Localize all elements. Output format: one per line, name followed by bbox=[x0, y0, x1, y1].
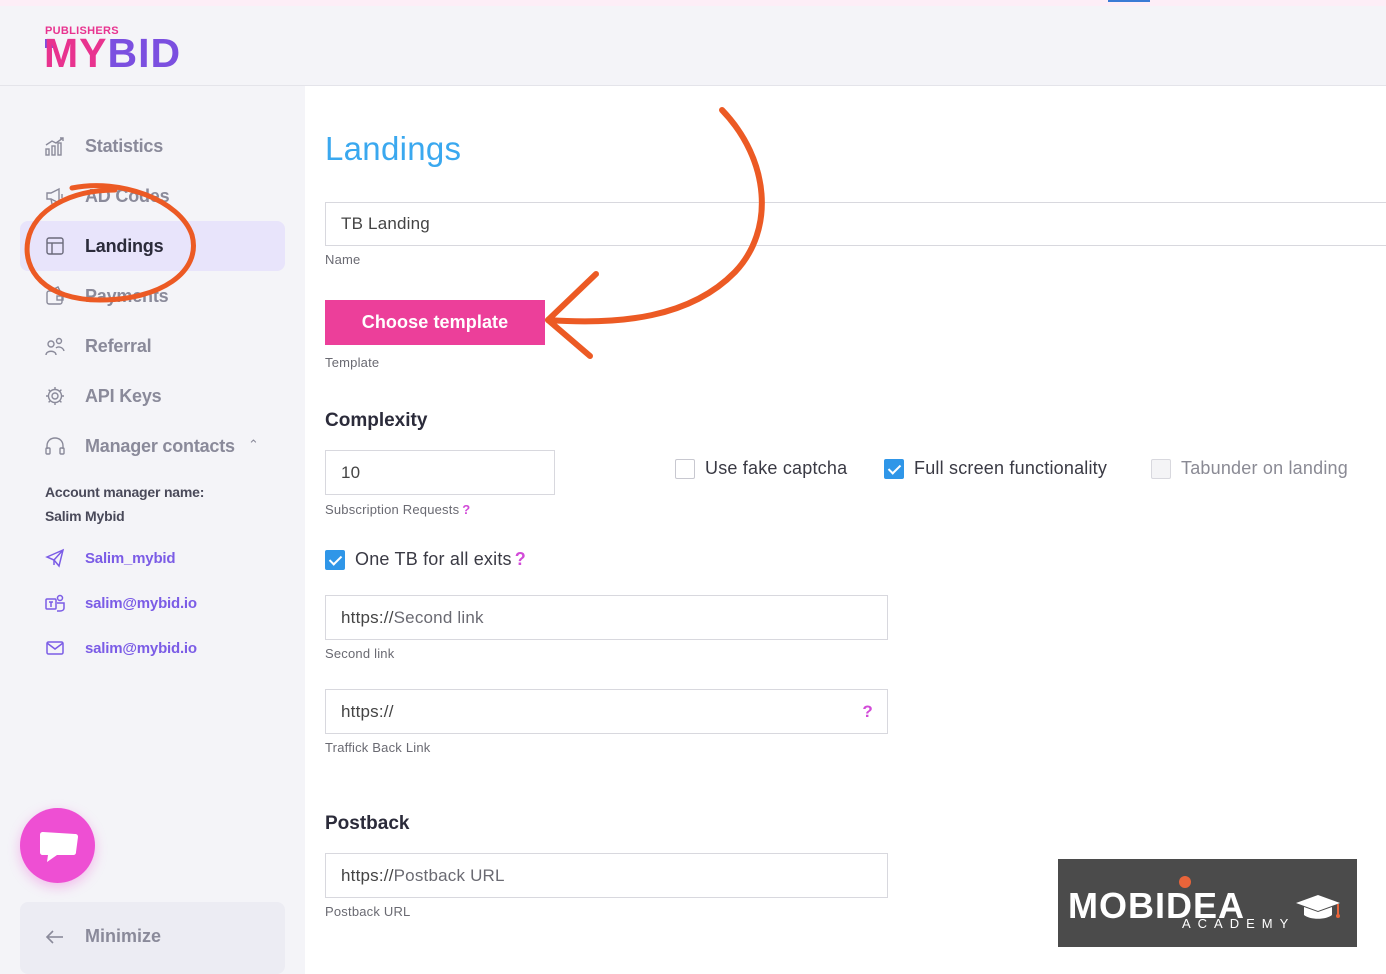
sidebar-item-label: Landings bbox=[85, 235, 164, 256]
contact-label: salim@mybid.io bbox=[85, 639, 197, 657]
one-tb-label: One TB for all exits? bbox=[355, 549, 526, 569]
name-caption: Name bbox=[325, 252, 361, 267]
sidebar-item-landings[interactable]: Landings bbox=[20, 221, 285, 271]
account-manager: Account manager name: Salim Mybid bbox=[45, 480, 204, 528]
help-icon[interactable]: ? bbox=[515, 549, 526, 569]
tabunder-label: Tabunder on landing bbox=[1181, 458, 1348, 478]
sidebar-item-referral[interactable]: Referral bbox=[20, 321, 285, 371]
contact-teams[interactable]: salim@mybid.io bbox=[45, 591, 197, 615]
sidebar-item-label: Payments bbox=[85, 285, 169, 306]
teams-icon bbox=[45, 594, 65, 612]
sidebar-item-label: AD Codes bbox=[85, 185, 170, 206]
template-caption: Template bbox=[325, 355, 380, 370]
sidebar: Statistics AD Codes Landings Payments Re… bbox=[0, 86, 305, 974]
minimize-label: Minimize bbox=[85, 926, 162, 946]
second-link-caption: Second link bbox=[325, 646, 395, 661]
chevron-up-icon[interactable]: ⌃ bbox=[248, 437, 259, 453]
sidebar-item-manager-contacts[interactable]: Manager contacts ⌃ bbox=[20, 421, 285, 471]
gear-icon bbox=[46, 387, 64, 405]
arrow-left-icon bbox=[45, 930, 63, 944]
full-screen-label: Full screen functionality bbox=[914, 458, 1108, 478]
contact-telegram[interactable]: Salim_mybid bbox=[45, 546, 176, 570]
main-content: Landings TB Landing Name Choose template… bbox=[305, 86, 1386, 974]
help-icon[interactable]: ? bbox=[862, 702, 873, 722]
page-title: Landings bbox=[325, 130, 462, 167]
referral-icon bbox=[45, 337, 65, 356]
fake-captcha-checkbox[interactable] bbox=[675, 459, 695, 479]
sidebar-item-api-keys[interactable]: API Keys bbox=[20, 371, 285, 421]
graduation-cap-icon bbox=[1296, 895, 1340, 919]
minimize-button[interactable]: Minimize bbox=[20, 902, 285, 974]
mobidea-watermark: MOBIDEA ACADEMY bbox=[1058, 859, 1357, 947]
full-screen-checkbox[interactable] bbox=[884, 459, 904, 479]
sidebar-item-ad-codes[interactable]: AD Codes bbox=[20, 171, 285, 221]
postback-caption: Postback URL bbox=[325, 904, 411, 919]
megaphone-icon bbox=[46, 187, 63, 205]
wallet-icon bbox=[46, 286, 64, 305]
sidebar-item-label: Statistics bbox=[85, 135, 164, 156]
sidebar-item-label: Manager contacts bbox=[85, 435, 235, 456]
sidebar-item-statistics[interactable]: Statistics bbox=[20, 121, 285, 171]
complexity-title: Complexity bbox=[325, 410, 428, 431]
help-icon[interactable]: ? bbox=[462, 502, 470, 517]
logo[interactable]: MYBID bbox=[44, 33, 181, 74]
chat-icon bbox=[39, 831, 78, 862]
name-input[interactable]: TB Landing bbox=[325, 202, 1386, 246]
account-manager-label: Account manager name: bbox=[45, 484, 205, 500]
sidebar-item-label: Referral bbox=[85, 335, 152, 356]
top-strip-link[interactable] bbox=[1108, 0, 1150, 2]
contact-label: Salim_mybid bbox=[85, 549, 176, 567]
tabunder-checkbox[interactable] bbox=[1151, 459, 1171, 479]
choose-template-button[interactable]: Choose template bbox=[325, 300, 545, 345]
second-link-input[interactable]: https://Second link bbox=[325, 595, 888, 640]
layout-icon bbox=[46, 237, 64, 255]
subscription-requests-input[interactable]: 10 bbox=[325, 450, 555, 495]
traffic-back-caption: Traffick Back Link bbox=[325, 740, 431, 755]
headset-icon bbox=[45, 437, 65, 455]
fake-captcha-label: Use fake captcha bbox=[705, 458, 848, 478]
header: PUBLISHERS MYBID bbox=[0, 6, 1386, 86]
watermark-sub: ACADEMY bbox=[1182, 916, 1296, 931]
chat-button[interactable] bbox=[20, 808, 95, 883]
account-manager-name: Salim Mybid bbox=[45, 508, 125, 524]
telegram-icon bbox=[45, 548, 65, 568]
postback-input[interactable]: https://Postback URL bbox=[325, 853, 888, 898]
chart-icon bbox=[45, 137, 64, 156]
sidebar-item-label: API Keys bbox=[85, 385, 162, 406]
contact-mail[interactable]: salim@mybid.io bbox=[45, 636, 197, 660]
traffic-back-input[interactable]: https:// ? bbox=[325, 689, 888, 734]
mail-icon bbox=[46, 641, 64, 655]
postback-title: Postback bbox=[325, 813, 410, 834]
sidebar-item-payments[interactable]: Payments bbox=[20, 271, 285, 321]
subscription-caption: Subscription Requests? bbox=[325, 502, 471, 517]
contact-label: salim@mybid.io bbox=[85, 594, 197, 612]
one-tb-checkbox[interactable] bbox=[325, 550, 345, 570]
